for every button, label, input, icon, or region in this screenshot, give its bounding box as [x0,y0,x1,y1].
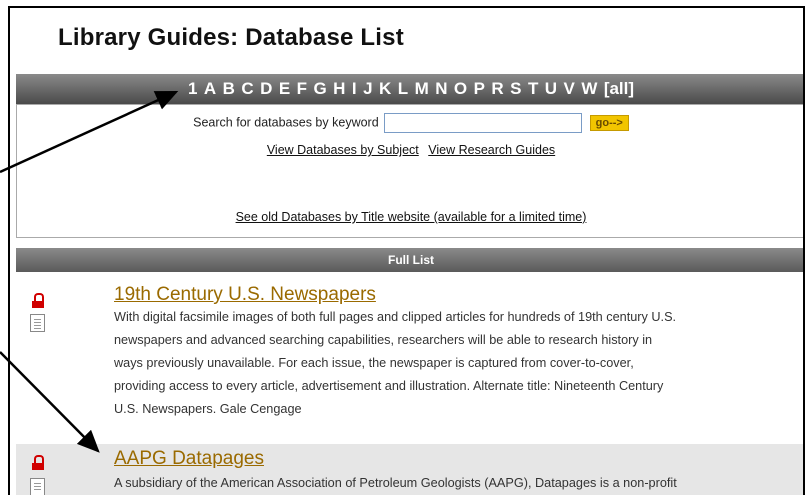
page-frame: Library Guides: Database List 1 A B C D … [8,6,805,495]
alpha-link-g[interactable]: G [313,79,326,98]
alpha-link-c[interactable]: C [241,79,253,98]
alpha-link-w[interactable]: W [581,79,597,98]
view-by-subject-link[interactable]: View Databases by Subject [267,143,419,157]
alpha-link-r[interactable]: R [491,79,503,98]
alpha-link-e[interactable]: E [279,79,290,98]
alpha-link-u[interactable]: U [545,79,557,98]
search-row: Search for databases by keyword go--> [17,113,803,133]
description-line: With digital facsimile images of both fu… [114,310,677,324]
alpha-link-t[interactable]: T [528,79,538,98]
search-label: Search for databases by keyword [193,115,379,130]
database-description: With digital facsimile images of both fu… [114,306,794,421]
alpha-link-k[interactable]: K [379,79,391,98]
full-list-header: Full List [16,248,803,272]
view-research-guides-link[interactable]: View Research Guides [428,143,555,157]
go-button[interactable]: go--> [589,115,629,131]
old-site-row: See old Databases by Title website (avai… [17,210,803,224]
old-databases-link[interactable]: See old Databases by Title website (avai… [236,210,587,224]
alpha-link-s[interactable]: S [510,79,521,98]
alpha-link-j[interactable]: J [363,79,372,98]
page-title: Library Guides: Database List [58,24,404,51]
alpha-link-a[interactable]: A [204,79,216,98]
alpha-link-b[interactable]: B [223,79,235,98]
description-line: newspapers and advanced searching capabi… [114,333,653,347]
description-line: providing access to every article, adver… [114,379,664,393]
lock-icon [32,293,44,309]
alpha-link-n[interactable]: N [435,79,447,98]
document-icon[interactable] [30,478,45,495]
alpha-link-v[interactable]: V [564,79,575,98]
database-title-link[interactable]: AAPG Datapages [114,448,264,470]
lock-icon [32,455,44,471]
description-line: ways previously unavailable. For each is… [114,356,634,370]
alpha-link-all[interactable]: [all] [604,79,634,98]
alpha-link-f[interactable]: F [297,79,307,98]
search-input[interactable] [384,113,583,133]
browse-links: View Databases by Subject View Research … [17,143,803,157]
alpha-link-i[interactable]: I [352,79,357,98]
alpha-link-o[interactable]: O [454,79,467,98]
description-line: U.S. Newspapers. Gale Cengage [114,402,302,416]
list-item: 19th Century U.S. Newspapers With digita… [16,284,803,444]
database-title-link[interactable]: 19th Century U.S. Newspapers [114,284,376,306]
search-panel: Search for databases by keyword go--> Vi… [16,104,803,238]
description-line: A subsidiary of the American Association… [114,476,677,490]
document-icon[interactable] [30,314,45,332]
alphabet-nav: 1 A B C D E F G H I J K L M N O P R S T … [16,74,803,104]
database-description: A subsidiary of the American Association… [114,472,794,495]
alpha-link-h[interactable]: H [333,79,345,98]
alpha-link-p[interactable]: P [474,79,485,98]
alpha-link-d[interactable]: D [260,79,272,98]
list-item: AAPG Datapages A subsidiary of the Ameri… [16,444,803,495]
alpha-link-1[interactable]: 1 [188,79,197,98]
alpha-link-l[interactable]: L [398,79,408,98]
alpha-link-m[interactable]: M [415,79,429,98]
